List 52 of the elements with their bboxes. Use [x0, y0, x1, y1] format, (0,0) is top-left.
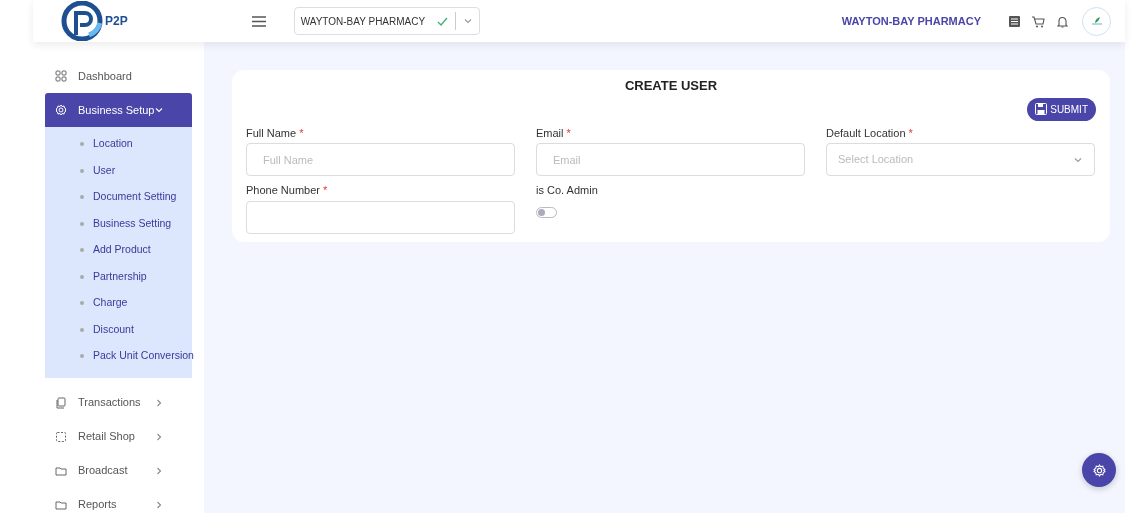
- sidebar-item[interactable]: Reports: [45, 487, 192, 513]
- sidebar-item[interactable]: Dashboard: [45, 59, 192, 93]
- company-select[interactable]: WAYTON-BAY PHARMACY: [293, 7, 480, 35]
- input-field[interactable]: Email: [536, 143, 805, 176]
- sidebar-item-label: Broadcast: [78, 463, 129, 479]
- logo-text: P2P: [105, 13, 128, 30]
- save-icon: [1035, 103, 1048, 115]
- submenu-item[interactable]: Charge: [45, 290, 192, 317]
- submenu-item[interactable]: Discount: [45, 316, 192, 343]
- field-label: Full Name *: [246, 125, 305, 141]
- grid-icon: [55, 70, 67, 82]
- company-select-value: WAYTON-BAY PHARMACY: [300, 14, 426, 29]
- logo-icon: [61, 1, 103, 41]
- chevron-right-icon: [154, 397, 164, 408]
- caret-icon: [462, 16, 473, 26]
- folder-icon: [55, 498, 67, 511]
- folder-icon: [55, 464, 67, 477]
- submenu-item[interactable]: Business Setting: [45, 210, 192, 237]
- sidebar-item-label: Dashboard: [78, 68, 133, 84]
- field-label: is Co. Admin: [536, 183, 599, 198]
- sidebar-item[interactable]: Retail Shop: [45, 419, 192, 454]
- submenu-item[interactable]: Add Product: [45, 237, 192, 264]
- submenu-item[interactable]: Document Setting: [45, 184, 192, 211]
- sidebar-item[interactable]: Business Setup: [45, 93, 192, 127]
- chevron-right-icon: [154, 499, 164, 510]
- input-field[interactable]: Full Name: [246, 143, 515, 176]
- chevron-right-icon: [154, 431, 164, 442]
- chevron-right-icon: [154, 465, 164, 476]
- chevron-down-icon: [154, 105, 164, 115]
- sidebar-item[interactable]: Transactions: [45, 385, 192, 420]
- gear-icon: [1092, 463, 1106, 477]
- submenu-item[interactable]: Pack Unit Conversion: [45, 343, 192, 370]
- submenu-item[interactable]: Location: [45, 131, 192, 158]
- field-label: Default Location *: [826, 125, 914, 141]
- gear-icon: [55, 104, 67, 116]
- form-title: CREATE USER: [624, 78, 718, 93]
- toggle-switch[interactable]: [536, 206, 557, 218]
- company-name: WAYTON-BAY PHARMACY: [841, 13, 981, 29]
- sidebar-item-label: Reports: [78, 497, 118, 513]
- sidebar-item-label: Transactions: [78, 395, 142, 411]
- submenu-item[interactable]: Partnership: [45, 263, 192, 290]
- field-label: Phone Number *: [246, 183, 329, 198]
- sidebar-item[interactable]: Broadcast: [45, 453, 192, 488]
- dashed-square-icon: [55, 430, 67, 443]
- input-field[interactable]: [246, 200, 515, 234]
- field-label: Email *: [536, 125, 572, 141]
- submit-button[interactable]: SUBMIT: [1027, 97, 1096, 121]
- submenu-item[interactable]: User: [45, 157, 192, 184]
- settings-button[interactable]: [1082, 453, 1116, 487]
- copy-icon: [55, 396, 67, 409]
- sidebar-item-label: Retail Shop: [78, 429, 136, 445]
- sidebar-item-label: Business Setup: [78, 102, 154, 118]
